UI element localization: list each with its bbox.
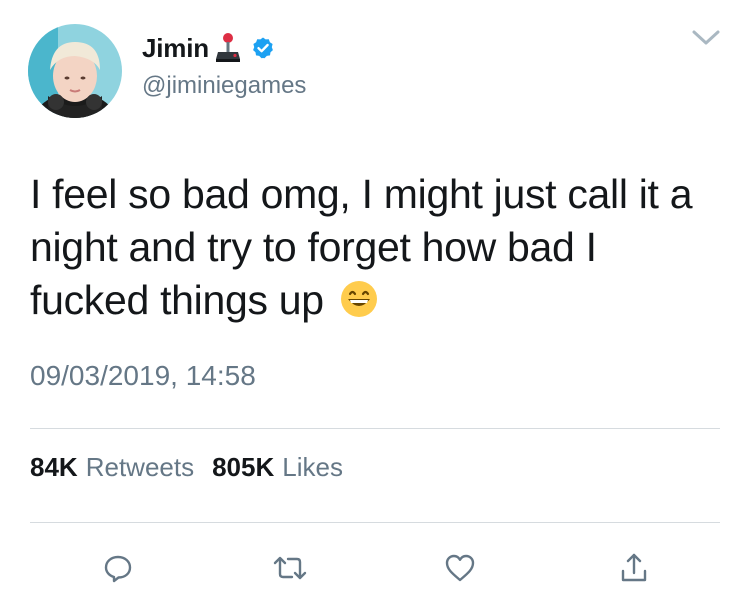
retweets-count[interactable]: 84K	[30, 452, 78, 483]
verified-icon	[253, 37, 273, 59]
grinning-face-icon	[340, 281, 377, 317]
like-icon	[445, 554, 475, 582]
share-icon	[621, 553, 647, 582]
avatar[interactable]	[28, 24, 122, 118]
retweet-icon	[273, 556, 307, 580]
user-handle[interactable]: @jiminiegames	[142, 72, 306, 100]
like-button[interactable]	[440, 548, 480, 588]
retweets-label[interactable]: Retweets	[86, 452, 194, 483]
share-button[interactable]	[614, 548, 654, 588]
divider-top	[30, 428, 720, 429]
display-name-row: Jimin	[142, 28, 275, 68]
reply-button[interactable]	[98, 548, 138, 588]
tweet-stats: 84K Retweets 805K Likes	[30, 452, 361, 483]
tweet-timestamp[interactable]: 09/03/2019, 14:58	[30, 360, 256, 392]
chevron-down-icon[interactable]	[690, 28, 722, 48]
tweet-text: I feel so bad omg, I might just call it …	[30, 168, 720, 327]
joystick-icon	[215, 33, 240, 62]
retweet-button[interactable]	[270, 548, 310, 588]
likes-count[interactable]: 805K	[212, 452, 274, 483]
likes-label[interactable]: Likes	[282, 452, 343, 483]
divider-bottom	[30, 522, 720, 523]
reply-icon	[104, 555, 132, 583]
display-name[interactable]: Jimin	[142, 33, 209, 64]
